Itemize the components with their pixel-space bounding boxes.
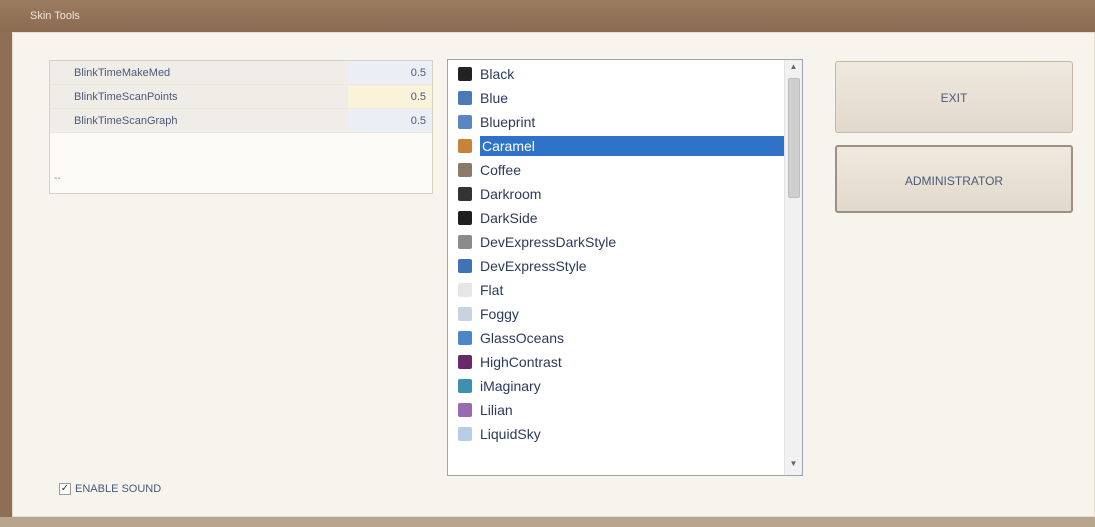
skin-list-item[interactable]: iMaginary <box>452 374 784 398</box>
imaginary-skin-icon <box>458 379 472 393</box>
skin-list-item[interactable]: LiquidSky <box>452 422 784 446</box>
property-name: BlinkTimeScanPoints <box>50 85 348 108</box>
checkbox-icon[interactable]: ✓ <box>59 483 71 495</box>
property-row[interactable]: BlinkTimeScanGraph 0.5 <box>50 109 432 133</box>
skin-list-item-label: HighContrast <box>480 354 562 370</box>
skin-list-item[interactable]: DevExpressDarkStyle <box>452 230 784 254</box>
property-grid: BlinkTimeMakeMed 0.5 BlinkTimeScanPoints… <box>49 60 433 194</box>
blue-skin-icon <box>458 91 472 105</box>
bottom-strip <box>0 517 1095 527</box>
app-window: Skin Tools BlinkTimeMakeMed 0.5 BlinkTim… <box>0 0 1095 527</box>
scroll-up-icon[interactable]: ▲ <box>785 62 802 76</box>
skin-list-item[interactable]: HighContrast <box>452 350 784 374</box>
skin-list-item[interactable]: DarkSide <box>452 206 784 230</box>
skin-list-item-label: Lilian <box>480 402 513 418</box>
skin-list-item-label: Blueprint <box>480 114 536 130</box>
enable-sound-label: ENABLE SOUND <box>75 483 162 495</box>
skin-list-item-label: DevExpressDarkStyle <box>480 234 617 250</box>
skin-list-item[interactable]: Lilian <box>452 398 784 422</box>
skin-list-item-label: Flat <box>480 282 504 298</box>
skin-list-item-label: iMaginary <box>480 378 541 394</box>
foggy-skin-icon <box>458 307 472 321</box>
high-contrast-skin-icon <box>458 355 472 369</box>
skin-list-item-label: GlassOceans <box>480 330 565 346</box>
grid-empty-marker: -- <box>54 173 61 184</box>
glass-oceans-skin-icon <box>458 331 472 345</box>
property-row[interactable]: BlinkTimeMakeMed 0.5 <box>50 61 432 85</box>
darkroom-skin-icon <box>458 187 472 201</box>
blueprint-skin-icon <box>458 115 472 129</box>
skin-list-item[interactable]: Coffee <box>452 158 784 182</box>
property-value[interactable]: 0.5 <box>348 85 432 108</box>
title-bar[interactable]: Skin Tools <box>0 0 1095 32</box>
exit-button[interactable]: EXIT <box>835 61 1073 133</box>
skin-list-item[interactable]: Flat <box>452 278 784 302</box>
darkside-skin-icon <box>458 211 472 225</box>
skin-list[interactable]: Black Blue Blueprint Caramel Coffee Darkroom D… <box>447 59 803 476</box>
skin-list-item-label: LiquidSky <box>480 426 541 442</box>
skin-list-item-label: Darkroom <box>480 186 542 202</box>
black-skin-icon <box>458 67 472 81</box>
skin-list-item-label: Coffee <box>480 162 521 178</box>
skin-list-item-label: Caramel <box>480 136 784 156</box>
property-row[interactable]: BlinkTimeScanPoints 0.5 <box>50 85 432 109</box>
coffee-skin-icon <box>458 163 472 177</box>
devexpress-skin-icon <box>458 259 472 273</box>
skin-list-item-label: DarkSide <box>480 210 538 226</box>
property-name: BlinkTimeMakeMed <box>50 61 348 84</box>
skin-list-item[interactable]: Caramel <box>452 134 784 158</box>
skin-list-item[interactable]: GlassOceans <box>452 326 784 350</box>
skin-list-item[interactable]: Foggy <box>452 302 784 326</box>
skin-list-item[interactable]: Blue <box>452 86 784 110</box>
skin-list-item-label: Foggy <box>480 306 519 322</box>
skin-list-item-label: DevExpressStyle <box>480 258 587 274</box>
property-name: BlinkTimeScanGraph <box>50 109 348 132</box>
scroll-down-icon[interactable]: ▼ <box>785 459 802 473</box>
administrator-button[interactable]: ADMINISTRATOR <box>835 145 1073 213</box>
skin-list-item[interactable]: Blueprint <box>452 110 784 134</box>
window-title: Skin Tools <box>30 10 80 22</box>
skin-list-item[interactable]: Black <box>452 62 784 86</box>
main-panel: BlinkTimeMakeMed 0.5 BlinkTimeScanPoints… <box>12 32 1095 517</box>
skin-list-item-label: Blue <box>480 90 509 106</box>
skin-list-item-label: Black <box>480 66 515 82</box>
property-value[interactable]: 0.5 <box>348 109 432 132</box>
skin-list-item[interactable]: DevExpressStyle <box>452 254 784 278</box>
list-scrollbar[interactable]: ▲ ▼ <box>784 60 802 475</box>
devexpress-dark-skin-icon <box>458 235 472 249</box>
scroll-thumb[interactable] <box>788 78 800 198</box>
liquid-sky-skin-icon <box>458 427 472 441</box>
property-value[interactable]: 0.5 <box>348 61 432 84</box>
caramel-skin-icon <box>458 139 472 153</box>
flat-skin-icon <box>458 283 472 297</box>
skin-list-item[interactable]: Darkroom <box>452 182 784 206</box>
lilian-skin-icon <box>458 403 472 417</box>
